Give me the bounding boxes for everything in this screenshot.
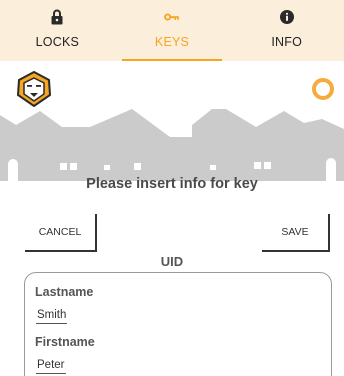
info-icon <box>279 8 295 26</box>
lion-logo-icon <box>16 70 52 108</box>
lastname-label: Lastname <box>35 285 94 299</box>
lock-icon <box>49 8 65 26</box>
tab-bar: LOCKS KEYS INFO <box>0 0 344 61</box>
firstname-label: Firstname <box>35 335 95 349</box>
form-prompt: Please insert info for key <box>86 176 258 192</box>
status-ring-icon <box>312 78 334 100</box>
firstname-field[interactable]: Peter <box>36 359 66 374</box>
tab-locks-label: LOCKS <box>35 35 80 49</box>
tab-info-label: INFO <box>271 35 303 49</box>
key-info-card: Lastname Smith Firstname Peter <box>24 272 332 376</box>
tab-keys-label: KEYS <box>154 35 190 49</box>
cancel-button[interactable]: CANCEL <box>25 214 97 252</box>
tab-info[interactable]: INFO <box>229 0 344 61</box>
tab-locks[interactable]: LOCKS <box>0 0 115 61</box>
lastname-field[interactable]: Smith <box>36 309 68 324</box>
uid-label: UID <box>160 254 184 269</box>
key-icon <box>164 8 180 26</box>
save-button[interactable]: SAVE <box>262 214 330 252</box>
tab-keys[interactable]: KEYS <box>115 0 230 61</box>
